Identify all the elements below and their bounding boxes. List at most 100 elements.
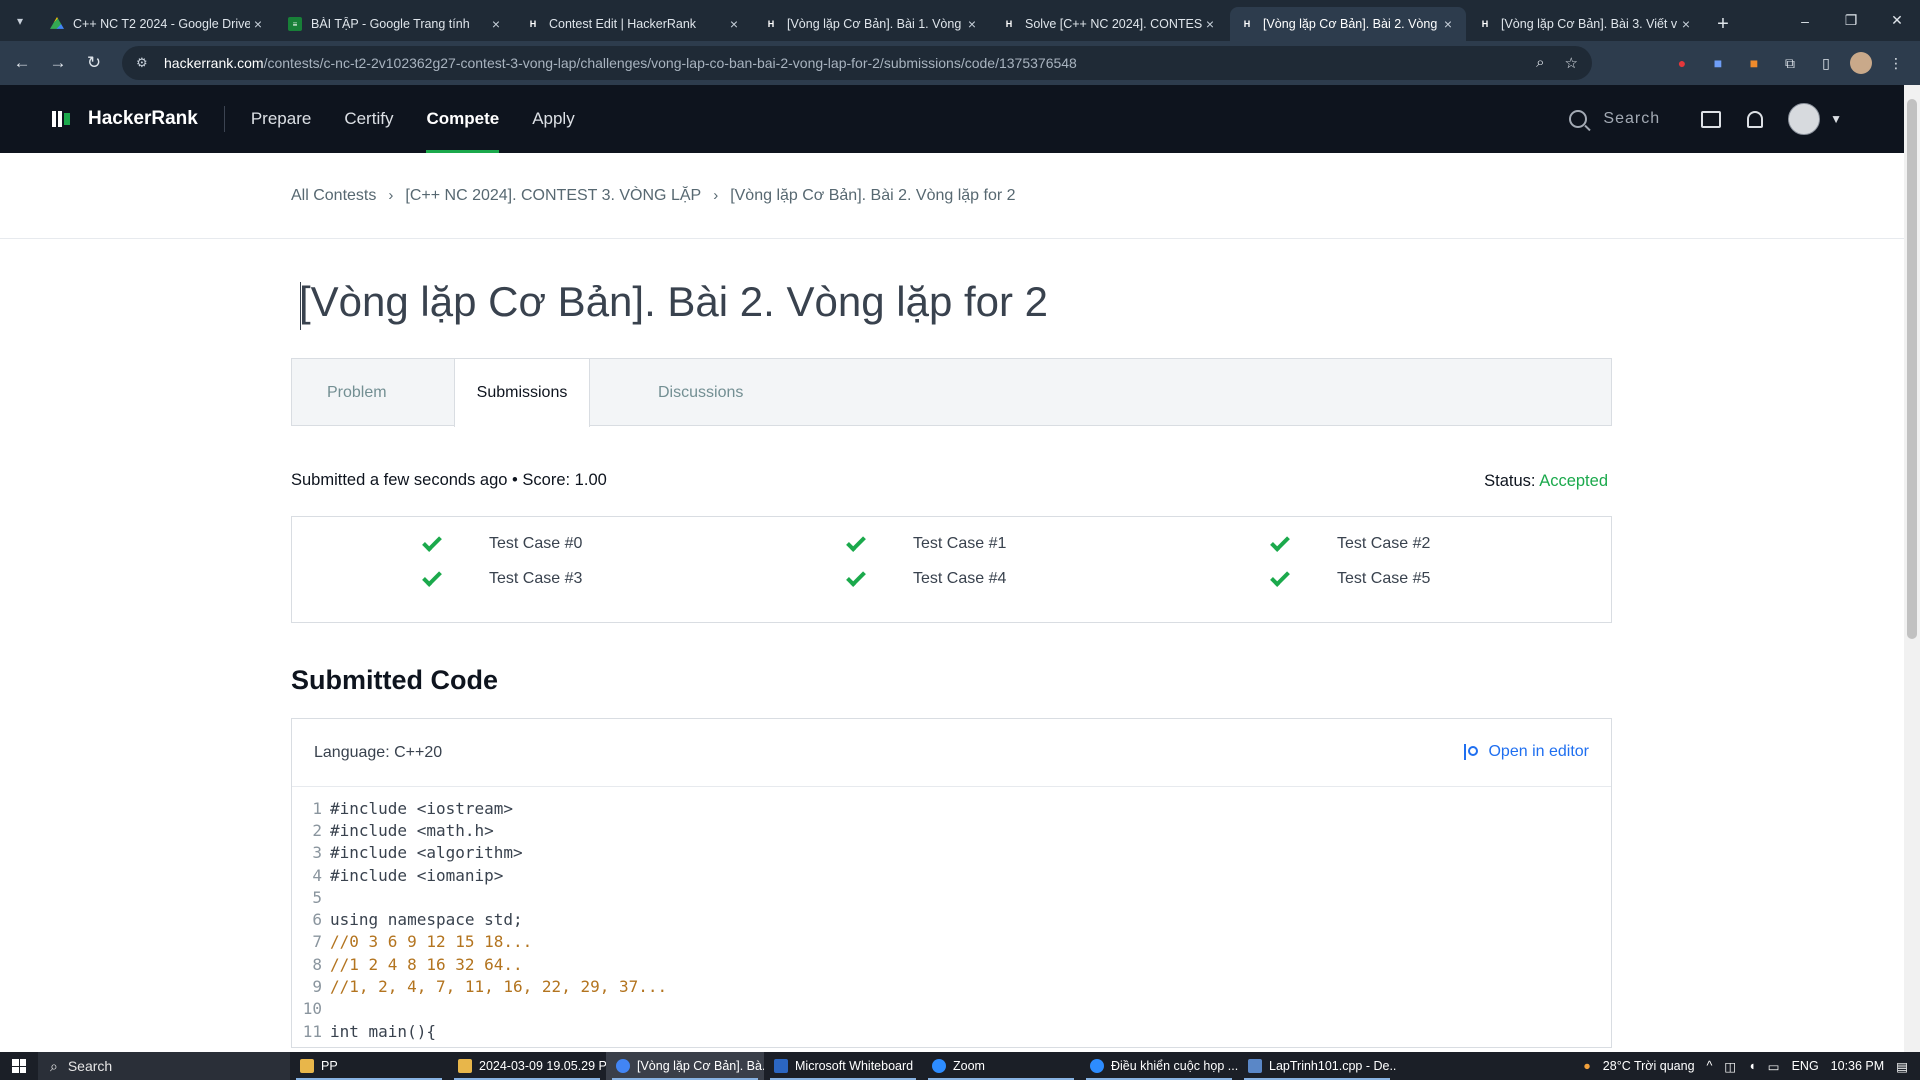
notifications-bell-icon[interactable] xyxy=(1744,108,1766,130)
tab-problem[interactable]: Problem xyxy=(327,359,387,426)
code-viewer[interactable]: 1 #include <iostream> 2 #include <math.h> 3 #… xyxy=(292,787,1611,1047)
taskbar-item-zoom[interactable]: Zoom xyxy=(922,1052,1080,1080)
forward-icon[interactable]: → xyxy=(40,45,76,81)
browser-tab[interactable]: H [Vòng lặp Cơ Bản]. Bài 1. Vòng l × xyxy=(754,7,990,41)
code-panel: Language: C++20 Open in editor 1 #include… xyxy=(291,718,1612,1048)
breadcrumb-challenge[interactable]: [Vòng lặp Cơ Bản]. Bài 2. Vòng lặp for 2 xyxy=(730,187,1015,205)
nav-link-compete[interactable]: Compete xyxy=(426,85,499,153)
test-case-item[interactable]: Test Case #0 xyxy=(422,532,583,553)
back-icon[interactable]: ← xyxy=(4,45,40,81)
taskbar-item-label: Zoom xyxy=(953,1059,985,1073)
close-tab-icon[interactable]: × xyxy=(1678,16,1694,32)
page-scrollbar[interactable] xyxy=(1904,85,1920,1052)
browser-tab[interactable]: C++ NC T2 2024 - Google Drive × xyxy=(40,7,276,41)
check-icon xyxy=(846,532,866,552)
clock[interactable]: 10:36 PM xyxy=(1831,1059,1885,1073)
zoom-icon[interactable]: ⌕ xyxy=(1536,54,1544,72)
extensions-area: ● ■ ■ ⧉ ▯ ⋮ xyxy=(1670,41,1920,85)
side-panel-icon[interactable]: ▯ xyxy=(1814,51,1838,75)
tab-search-chevron-icon[interactable]: ▾ xyxy=(0,0,40,41)
show-hidden-icons-chevron-icon[interactable]: ^ xyxy=(1707,1059,1713,1073)
test-case-item[interactable]: Test Case #1 xyxy=(846,532,1006,553)
close-tab-icon[interactable]: × xyxy=(488,16,504,32)
breadcrumb-contest[interactable]: [C++ NC 2024]. CONTEST 3. VÒNG LẶP xyxy=(405,187,701,205)
breadcrumb-chevron-icon: › xyxy=(713,187,719,204)
translate-extension-icon[interactable]: ■ xyxy=(1706,51,1730,75)
profile-avatar-icon[interactable] xyxy=(1850,52,1872,74)
browser-menu-icon[interactable]: ⋮ xyxy=(1884,51,1908,75)
navbar-divider xyxy=(223,106,225,132)
notifications-icon[interactable]: ▤ xyxy=(1896,1059,1908,1074)
volume-icon[interactable]: ◖ xyxy=(1748,1059,1756,1073)
test-cases-panel: Test Case #0 Test Case #1 Test Case #2 T… xyxy=(291,516,1612,623)
taskbar-item-whiteboard[interactable]: Microsoft Whiteboard xyxy=(764,1052,922,1080)
weather-icon[interactable]: ● xyxy=(1583,1059,1591,1073)
taskbar-item-pp[interactable]: PP xyxy=(290,1052,448,1080)
scrollbar-thumb[interactable] xyxy=(1907,99,1917,639)
breadcrumb-all-contests[interactable]: All Contests xyxy=(291,187,376,205)
close-tab-icon[interactable]: × xyxy=(964,16,980,32)
taskbar-item-meeting-controls[interactable]: Điều khiển cuộc họp ... xyxy=(1080,1052,1238,1080)
taskbar-item-chrome[interactable]: [Vòng lặp Cơ Bản]. Bà... xyxy=(606,1052,764,1080)
network-icon[interactable]: ◫ xyxy=(1724,1059,1736,1074)
browser-tab-title: Contest Edit | HackerRank xyxy=(549,17,697,31)
browser-tab[interactable]: ≡ BÀI TẬP - Google Trang tính × xyxy=(278,7,514,41)
restore-icon[interactable]: ❐ xyxy=(1828,0,1874,41)
browser-tab[interactable]: H [Vòng lặp Cơ Bản]. Bài 3. Viết v × xyxy=(1468,7,1704,41)
whiteboard-icon xyxy=(774,1059,788,1073)
address-bar[interactable]: ⚙ hackerrank.com/contests/c-nc-t2-2v1023… xyxy=(122,46,1592,80)
line-number: 10 xyxy=(302,999,322,1019)
taskbar-item-recording[interactable]: 2024-03-09 19.05.29 P... xyxy=(448,1052,606,1080)
windows-start-button[interactable] xyxy=(0,1052,38,1080)
taskbar-item-label: PP xyxy=(321,1059,338,1073)
navbar-search[interactable]: Search xyxy=(1569,110,1660,128)
nav-link-apply[interactable]: Apply xyxy=(532,85,575,153)
test-case-label: Test Case #0 xyxy=(489,535,583,552)
check-icon xyxy=(1270,532,1290,552)
user-avatar[interactable] xyxy=(1788,103,1821,135)
test-case-item[interactable]: Test Case #3 xyxy=(422,567,582,588)
code-text: #include <iomanip> xyxy=(330,865,504,885)
tab-discussions[interactable]: Discussions xyxy=(658,359,743,426)
browser-tab[interactable]: H Solve [C++ NC 2024]. CONTEST × xyxy=(992,7,1228,41)
reload-icon[interactable]: ↻ xyxy=(76,45,112,81)
new-tab-button[interactable]: + xyxy=(1706,7,1740,41)
test-case-item[interactable]: Test Case #4 xyxy=(846,567,1006,588)
browser-tab[interactable]: H Contest Edit | HackerRank × xyxy=(516,7,752,41)
minimize-icon[interactable]: – xyxy=(1782,0,1828,41)
site-info-icon[interactable]: ⚙ xyxy=(136,55,156,71)
line-number: 2 xyxy=(312,820,322,840)
code-line: 4 #include <iomanip> xyxy=(292,864,1611,886)
extension-fox-icon[interactable]: ■ xyxy=(1742,51,1766,75)
code-line: 3 #include <algorithm> xyxy=(292,842,1611,864)
battery-icon[interactable]: ▭ xyxy=(1768,1059,1780,1074)
extension-red-icon[interactable]: ● xyxy=(1670,51,1694,75)
url-path: /contests/c-nc-t2-2v102362g27-contest-3-… xyxy=(263,55,1077,71)
input-language[interactable]: ENG xyxy=(1792,1059,1819,1073)
close-tab-icon[interactable]: × xyxy=(250,16,266,32)
submission-info: Submitted a few seconds ago • Score: 1.0… xyxy=(291,471,607,489)
close-tab-icon[interactable]: × xyxy=(1202,16,1218,32)
browser-tab-title: C++ NC T2 2024 - Google Drive xyxy=(73,17,250,31)
taskbar-item-devcpp[interactable]: LapTrinh101.cpp - De... xyxy=(1238,1052,1396,1080)
browser-tab-title: [Vòng lặp Cơ Bản]. Bài 3. Viết v xyxy=(1501,17,1678,31)
nav-link-prepare[interactable]: Prepare xyxy=(251,85,311,153)
extensions-puzzle-icon[interactable]: ⧉ xyxy=(1778,51,1802,75)
messages-icon[interactable] xyxy=(1700,108,1722,130)
taskbar-search[interactable]: ⌕ Search xyxy=(38,1052,290,1080)
close-tab-icon[interactable]: × xyxy=(1440,16,1456,32)
open-in-editor-link[interactable]: Open in editor xyxy=(1464,743,1589,761)
tab-submissions[interactable]: Submissions xyxy=(454,359,590,427)
browser-tab-active[interactable]: H [Vòng lặp Cơ Bản]. Bài 2. Vòng × xyxy=(1230,7,1466,41)
chevron-down-icon[interactable]: ▼ xyxy=(1830,112,1842,126)
bookmark-star-icon[interactable]: ☆ xyxy=(1565,54,1578,72)
test-case-item[interactable]: Test Case #2 xyxy=(1270,532,1430,553)
nav-link-certify[interactable]: Certify xyxy=(344,85,393,153)
weather-text[interactable]: 28°C Trời quang xyxy=(1603,1059,1695,1073)
url-text[interactable]: hackerrank.com/contests/c-nc-t2-2v102362… xyxy=(164,55,1077,71)
google-sheets-icon: ≡ xyxy=(288,17,302,31)
close-window-icon[interactable]: ✕ xyxy=(1874,0,1920,41)
hackerrank-logo[interactable]: HackerRank xyxy=(52,108,198,130)
test-case-item[interactable]: Test Case #5 xyxy=(1270,567,1430,588)
close-tab-icon[interactable]: × xyxy=(726,16,742,32)
